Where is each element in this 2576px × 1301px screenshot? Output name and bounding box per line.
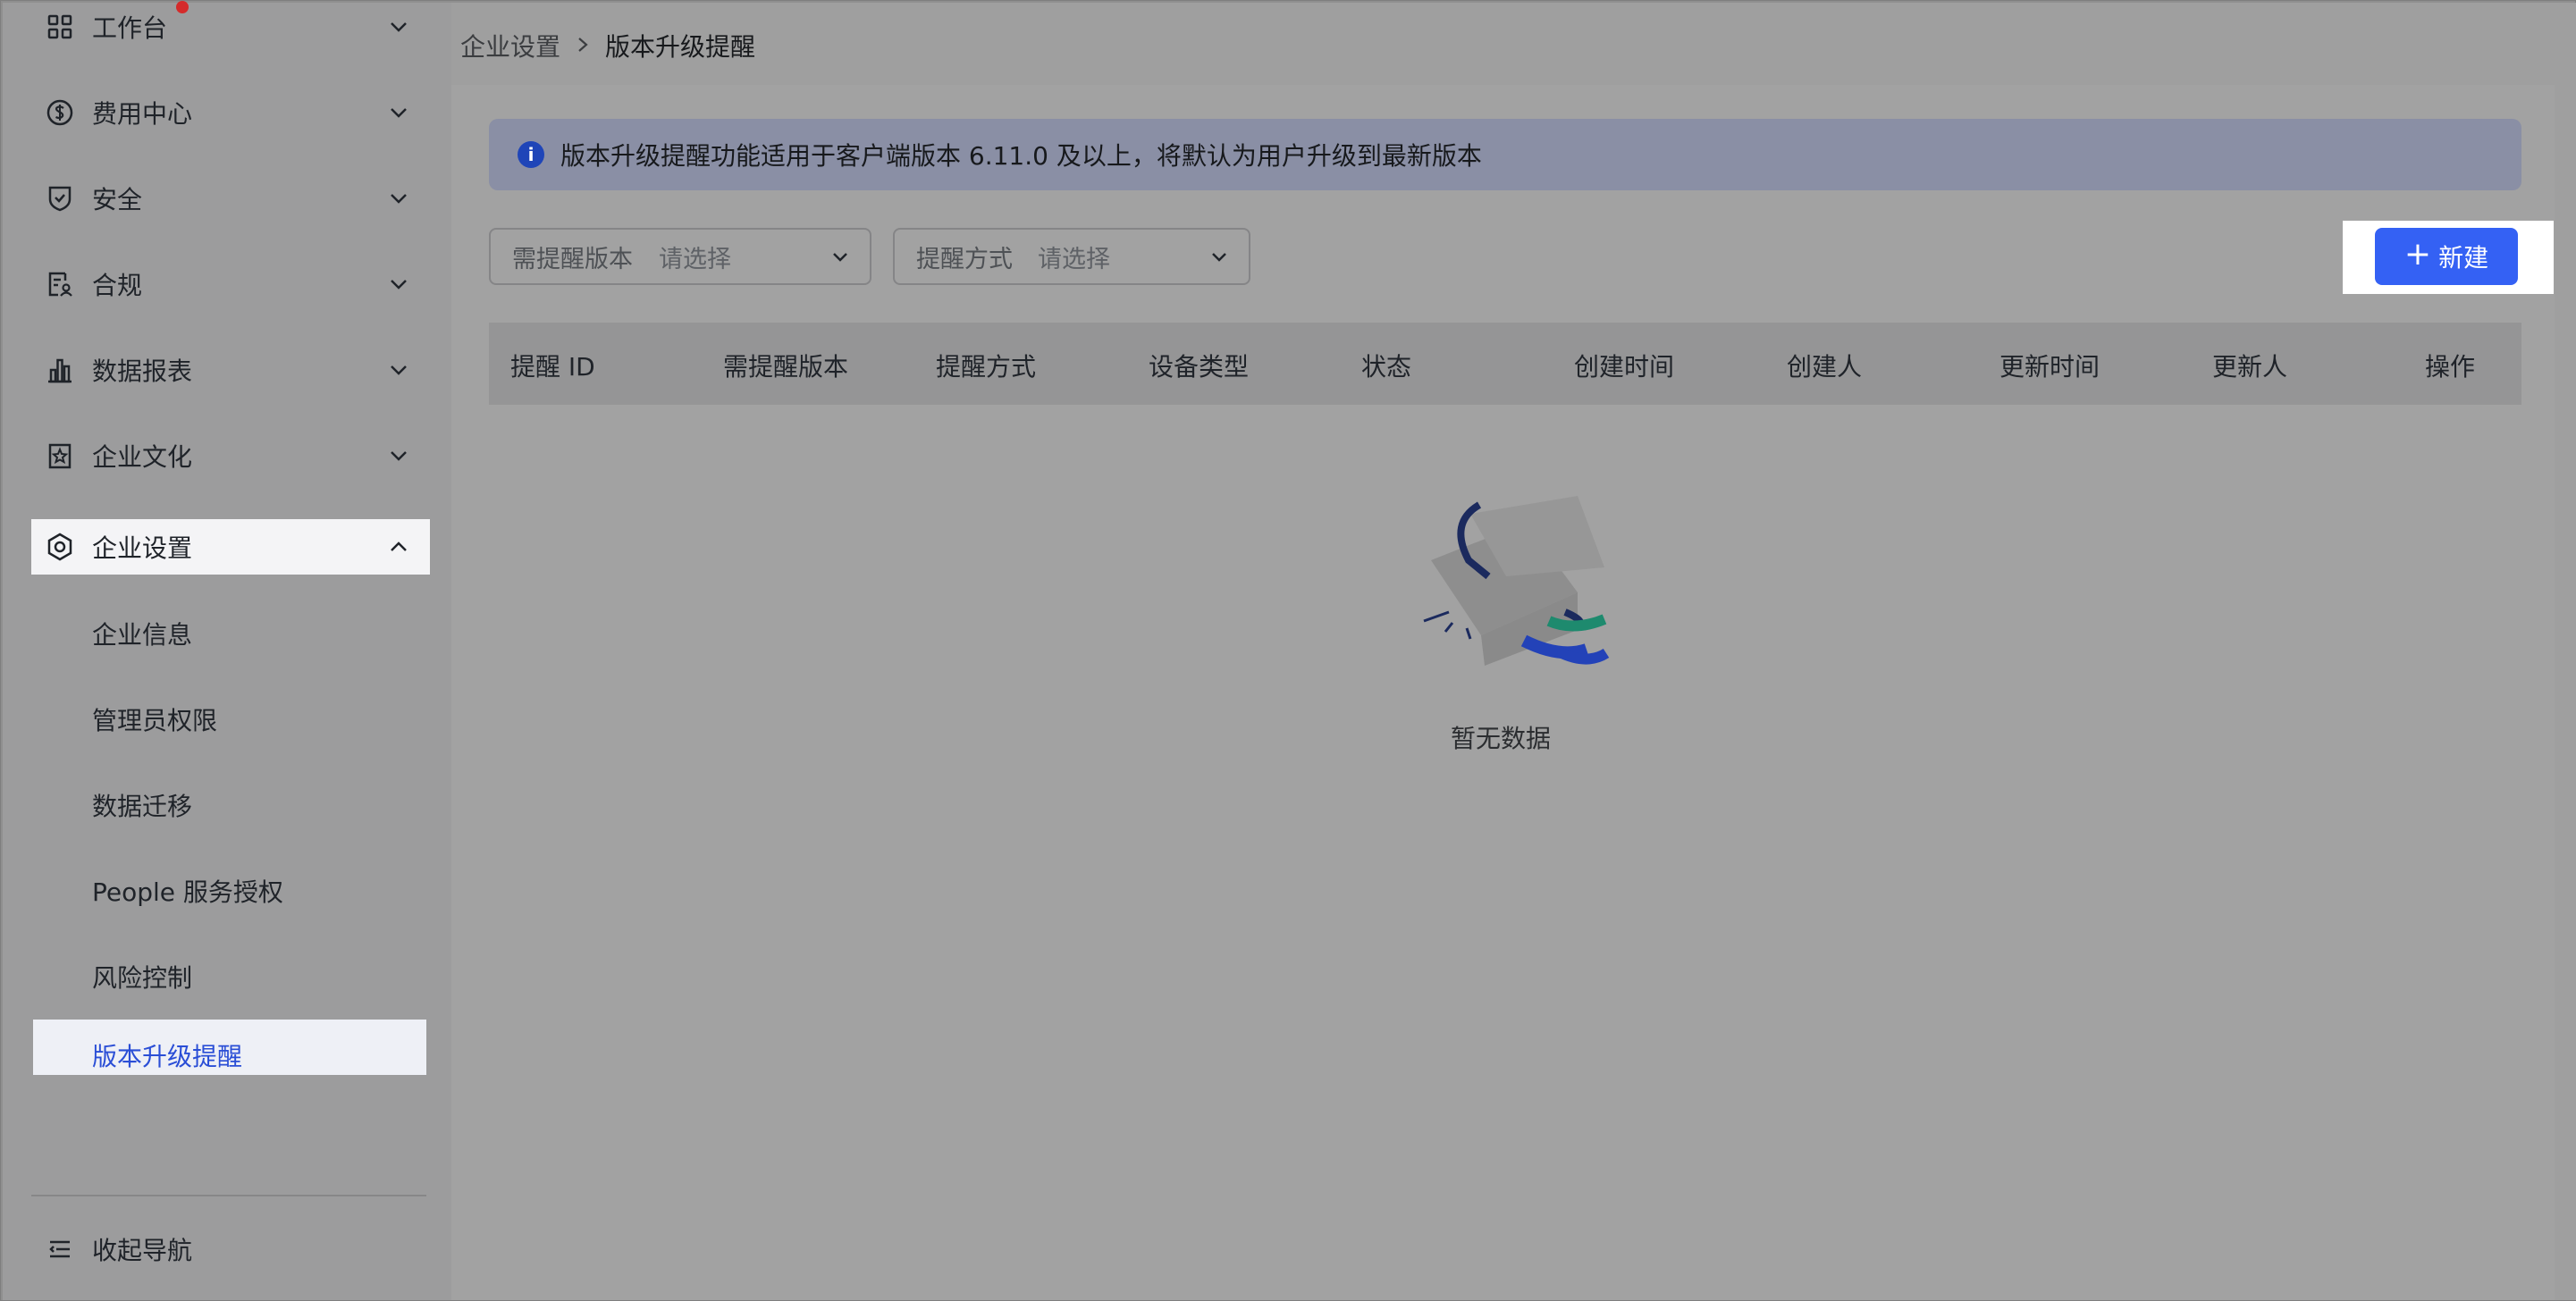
sidebar-item-label: 合规 (92, 271, 143, 300)
collapse-nav-button[interactable]: 收起导航 (3, 1221, 450, 1277)
sidebar-item-label: 费用中心 (92, 99, 193, 129)
sidebar-item-culture[interactable]: 企业文化 (3, 428, 450, 483)
hexagon-settings-icon (42, 529, 78, 565)
sidebar-divider (31, 1195, 426, 1196)
sidebar-item-enterprise-settings[interactable]: 企业设置 (31, 519, 430, 575)
chevron-down-icon (385, 271, 412, 298)
sidebar: 工作台 费用中心 安全 合规 数据报表 企业文化 企业设置 企业信息 管理员权限… (3, 0, 451, 1300)
chevron-right-icon (575, 31, 591, 61)
sidebar-subitem-admin-permissions[interactable]: 管理员权限 (3, 687, 450, 743)
column-header: 创建时间 (1574, 352, 1675, 382)
column-header: 需提醒版本 (723, 352, 849, 382)
column-header: 设备类型 (1149, 352, 1250, 382)
table-header: 提醒 ID 需提醒版本 提醒方式 设备类型 状态 创建时间 创建人 更新时间 更… (489, 323, 2521, 405)
chevron-down-icon (1208, 245, 1231, 268)
chevron-down-icon (385, 442, 412, 469)
sidebar-subitem-label: People 服务授权 (92, 877, 283, 907)
breadcrumb-current: 版本升级提醒 (605, 32, 756, 62)
sidebar-subitem-risk-control[interactable]: 风险控制 (3, 944, 450, 1000)
column-header: 提醒方式 (936, 352, 1037, 382)
collapse-nav-label: 收起导航 (92, 1236, 193, 1265)
chevron-down-icon (385, 357, 412, 383)
column-header: 创建人 (1787, 352, 1863, 382)
column-header: 更新时间 (1999, 352, 2100, 382)
sidebar-item-label: 企业文化 (92, 442, 193, 472)
new-button-label: 新建 (2438, 243, 2489, 273)
sidebar-item-label: 企业设置 (92, 533, 193, 563)
sidebar-subitem-data-migration[interactable]: 数据迁移 (3, 773, 450, 828)
sidebar-item-reports[interactable]: 数据报表 (3, 342, 450, 398)
new-button[interactable]: + 新建 (2375, 228, 2518, 285)
chevron-down-icon (829, 245, 852, 268)
chevron-down-icon (385, 13, 412, 40)
plus-icon: + (2403, 236, 2432, 273)
sidebar-subitem-label: 风险控制 (92, 963, 193, 993)
column-header: 提醒 ID (510, 352, 595, 382)
main-content: 企业设置 版本升级提醒 i 版本升级提醒功能适用于客户端版本 6.11.0 及以… (451, 3, 2576, 1300)
breadcrumb-parent-link[interactable]: 企业设置 (460, 28, 560, 63)
version-filter-select[interactable]: 需提醒版本 请选择 (489, 228, 871, 285)
column-header: 操作 (2425, 352, 2476, 382)
sidebar-item-label: 数据报表 (92, 357, 193, 386)
column-header: 状态 (1361, 352, 1412, 382)
method-filter-select[interactable]: 提醒方式 请选择 (893, 228, 1250, 285)
breadcrumb: 企业设置 版本升级提醒 (460, 28, 755, 63)
bar-chart-icon (42, 352, 78, 388)
culture-icon (42, 438, 78, 474)
chevron-down-icon (385, 185, 412, 212)
sidebar-item-label: 工作台 (92, 13, 168, 43)
sidebar-subitem-label: 数据迁移 (92, 792, 193, 821)
sidebar-subitem-version-upgrade[interactable]: 版本升级提醒 (33, 1020, 426, 1075)
shield-icon (42, 180, 78, 216)
version-filter-label: 需提醒版本 (512, 245, 633, 273)
main-card: i 版本升级提醒功能适用于客户端版本 6.11.0 及以上，将默认为用户升级到最… (451, 85, 2555, 1300)
column-header: 更新人 (2212, 352, 2288, 382)
sidebar-item-security[interactable]: 安全 (3, 171, 450, 226)
method-filter-value: 请选择 (1038, 245, 1110, 273)
sidebar-subitem-people-auth[interactable]: People 服务授权 (3, 859, 450, 914)
sidebar-subitem-label: 企业信息 (92, 620, 193, 650)
info-banner: i 版本升级提醒功能适用于客户端版本 6.11.0 及以上，将默认为用户升级到最… (489, 119, 2521, 190)
sidebar-subitem-label: 管理员权限 (92, 706, 218, 735)
info-icon: i (518, 141, 544, 168)
compliance-icon (42, 266, 78, 302)
version-filter-value: 请选择 (659, 245, 731, 273)
info-text: 版本升级提醒功能适用于客户端版本 6.11.0 及以上，将默认为用户升级到最新版… (560, 141, 1482, 171)
empty-box-icon (1399, 478, 1613, 692)
notification-badge (176, 1, 189, 13)
collapse-nav-icon (42, 1231, 78, 1267)
empty-state-text: 暂无数据 (1451, 724, 1552, 753)
app-window: 工作台 费用中心 安全 合规 数据报表 企业文化 企业设置 企业信息 管理员权限… (0, 0, 2576, 1301)
grid-icon (42, 9, 78, 45)
chevron-down-icon (385, 99, 412, 126)
method-filter-label: 提醒方式 (916, 245, 1013, 273)
sidebar-item-billing[interactable]: 费用中心 (3, 85, 450, 140)
sidebar-item-workbench[interactable]: 工作台 (3, 0, 450, 55)
dollar-icon (42, 95, 78, 130)
sidebar-subitem-enterprise-info[interactable]: 企业信息 (3, 601, 450, 657)
sidebar-item-label: 安全 (92, 185, 143, 214)
sidebar-subitem-label: 版本升级提醒 (92, 1042, 243, 1071)
sidebar-item-compliance[interactable]: 合规 (3, 256, 450, 312)
chevron-up-icon (385, 533, 412, 560)
